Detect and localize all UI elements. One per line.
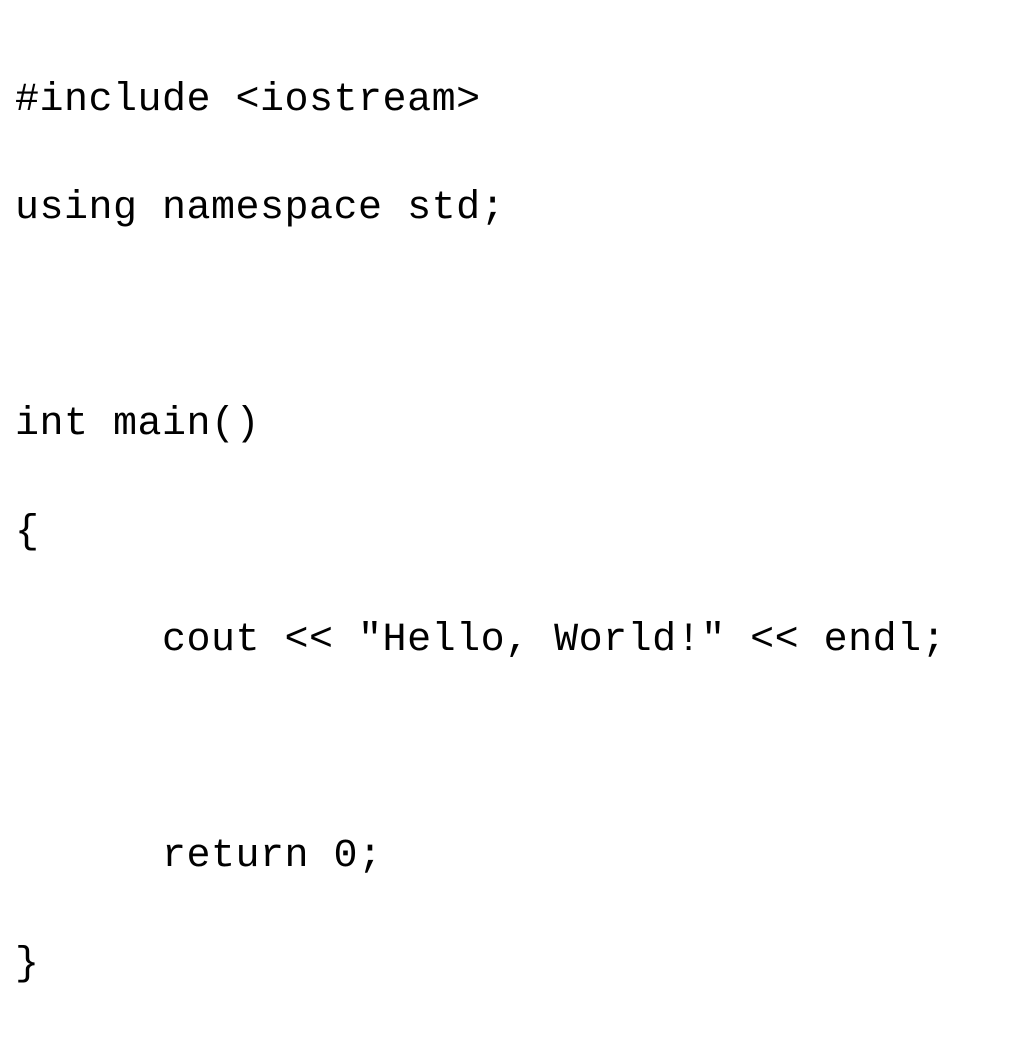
code-line: int main() <box>15 398 1009 452</box>
code-line: cout << "Hello, World!" << endl; <box>15 614 1009 668</box>
code-line: return 0; <box>15 830 1009 884</box>
code-block: #include <iostream> using namespace std;… <box>15 20 1009 1046</box>
code-line <box>15 722 1009 776</box>
code-line: { <box>15 506 1009 560</box>
code-line: #include <iostream> <box>15 74 1009 128</box>
code-line: using namespace std; <box>15 182 1009 236</box>
code-line: } <box>15 938 1009 992</box>
code-line <box>15 290 1009 344</box>
